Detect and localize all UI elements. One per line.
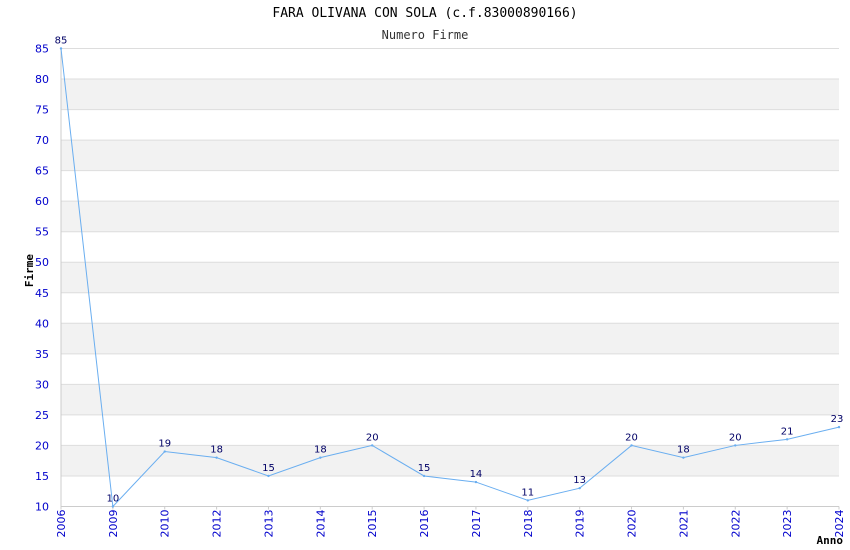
y-tick-label: 45 bbox=[35, 287, 49, 300]
data-point bbox=[682, 456, 685, 459]
x-axis-ticks: 2006 2009 2010 2012 2013 2014 2015 2016 2017 2018… bbox=[55, 506, 846, 538]
data-label: 14 bbox=[470, 469, 483, 480]
data-label: 20 bbox=[366, 432, 379, 443]
x-tick-label: 2009 bbox=[107, 510, 120, 538]
data-label: 18 bbox=[677, 445, 690, 456]
x-tick-label: 2015 bbox=[366, 510, 379, 538]
data-point bbox=[422, 474, 426, 478]
y-tick-label: 60 bbox=[35, 195, 49, 208]
data-label: 11 bbox=[521, 487, 534, 498]
x-tick-label: 2018 bbox=[522, 510, 535, 538]
grid-band bbox=[61, 323, 839, 354]
y-axis-ticks: 10 15 20 25 30 35 40 45 50 55 60 65 70 75 80 85 bbox=[35, 43, 49, 514]
data-point bbox=[59, 47, 63, 50]
data-label: 13 bbox=[573, 475, 586, 486]
grid-band bbox=[61, 384, 839, 415]
y-tick-label: 40 bbox=[35, 317, 49, 330]
data-point bbox=[734, 444, 737, 447]
data-label: 18 bbox=[210, 445, 223, 456]
data-point bbox=[526, 499, 529, 502]
y-tick-label: 30 bbox=[35, 378, 49, 391]
y-tick-label: 10 bbox=[35, 501, 49, 514]
x-tick-label: 2010 bbox=[159, 510, 172, 538]
x-axis-title: Anno bbox=[817, 534, 844, 547]
data-label: 21 bbox=[781, 426, 794, 437]
data-label: 19 bbox=[158, 439, 171, 450]
y-tick-label: 20 bbox=[35, 439, 49, 452]
y-tick-label: 50 bbox=[35, 256, 49, 269]
x-tick-label: 2019 bbox=[574, 510, 587, 538]
data-label: 18 bbox=[314, 445, 327, 456]
data-point bbox=[111, 505, 115, 508]
x-tick-label: 2013 bbox=[262, 510, 275, 538]
grid-band bbox=[61, 445, 839, 476]
data-point bbox=[630, 444, 633, 447]
data-point bbox=[474, 480, 478, 484]
data-point bbox=[371, 444, 374, 447]
data-point bbox=[163, 450, 166, 453]
y-tick-label: 55 bbox=[35, 226, 49, 239]
grid-band bbox=[61, 79, 839, 110]
data-point bbox=[267, 474, 270, 478]
x-tick-label: 2021 bbox=[677, 510, 690, 538]
y-tick-label: 35 bbox=[35, 348, 49, 361]
data-label: 15 bbox=[262, 463, 275, 474]
data-point bbox=[578, 486, 581, 490]
y-tick-label: 85 bbox=[35, 43, 49, 56]
x-tick-label: 2014 bbox=[314, 510, 327, 538]
data-label: 23 bbox=[831, 414, 844, 425]
x-tick-label: 2016 bbox=[418, 510, 431, 538]
grid-band bbox=[61, 140, 839, 171]
x-tick-label: 2012 bbox=[211, 510, 224, 538]
data-label: 10 bbox=[106, 494, 119, 505]
grid-band bbox=[61, 262, 839, 293]
y-tick-label: 75 bbox=[35, 104, 49, 117]
x-tick-label: 2022 bbox=[729, 510, 742, 538]
x-tick-label: 2017 bbox=[470, 510, 483, 538]
y-tick-label: 65 bbox=[35, 165, 49, 178]
data-point bbox=[785, 438, 789, 441]
data-point bbox=[837, 425, 841, 429]
data-label: 20 bbox=[729, 432, 742, 443]
y-tick-label: 25 bbox=[35, 409, 49, 422]
y-tick-label: 80 bbox=[35, 73, 49, 86]
data-label: 85 bbox=[55, 36, 68, 47]
grid-bands bbox=[61, 48, 839, 507]
line-chart: 10152025303540455055606570758085 2006 200… bbox=[23, 36, 846, 548]
grid-band bbox=[61, 201, 839, 232]
y-tick-label: 70 bbox=[35, 134, 49, 147]
data-point bbox=[215, 456, 218, 459]
data-label: 15 bbox=[418, 463, 431, 474]
y-axis-title: Firme bbox=[23, 254, 36, 287]
y-tick-label: 15 bbox=[35, 470, 49, 483]
x-tick-label: 2020 bbox=[626, 510, 639, 538]
data-point bbox=[319, 456, 322, 459]
data-label: 20 bbox=[625, 432, 638, 443]
x-tick-label: 2023 bbox=[781, 510, 794, 538]
x-tick-label: 2006 bbox=[55, 510, 68, 538]
